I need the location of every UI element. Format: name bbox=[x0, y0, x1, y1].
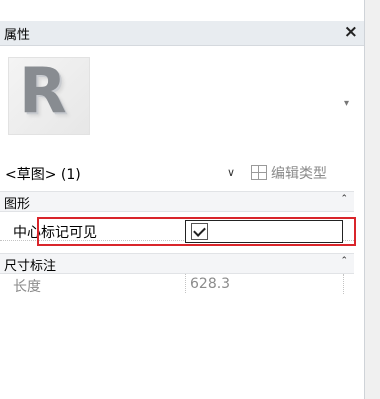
group-title: 尺寸标注 bbox=[4, 259, 57, 274]
group-title: 图形 bbox=[4, 197, 31, 212]
property-name: 长度 bbox=[13, 279, 41, 295]
collapse-icon[interactable]: ⌃ bbox=[340, 256, 348, 266]
panel-title: 属性 bbox=[4, 28, 31, 43]
group-header-dimensions[interactable]: 尺寸标注 ⌃ bbox=[0, 253, 354, 274]
instance-selector-row: <草图> (1) ∨ 编辑类型 bbox=[0, 160, 364, 186]
panel-splitter[interactable] bbox=[365, 0, 380, 399]
edit-type-label: 编辑类型 bbox=[271, 166, 327, 182]
edit-type-button[interactable]: 编辑类型 bbox=[251, 163, 327, 183]
property-value-cell: 628.3 bbox=[185, 274, 344, 293]
chevron-down-icon[interactable]: ∨ bbox=[227, 166, 235, 179]
edit-type-icon bbox=[251, 165, 267, 180]
close-icon[interactable]: × bbox=[344, 22, 358, 42]
properties-panel: 属性 × R ▾ <草图> (1) ∨ 编辑类型 图形 ⌃ 中心标记可见 尺寸标… bbox=[0, 0, 365, 399]
type-thumbnail: R bbox=[8, 57, 90, 135]
revit-logo: R bbox=[19, 54, 67, 127]
property-value: 628.3 bbox=[190, 276, 231, 292]
chevron-down-icon[interactable]: ▾ bbox=[344, 98, 349, 109]
property-row-length: 长度 628.3 bbox=[0, 274, 354, 295]
collapse-icon[interactable]: ⌃ bbox=[340, 194, 348, 204]
annotation-highlight-box bbox=[37, 217, 356, 246]
panel-empty-area bbox=[0, 294, 364, 399]
divider bbox=[343, 274, 345, 294]
panel-titlebar: 属性 × bbox=[0, 21, 364, 46]
instance-filter-select[interactable]: <草图> (1) bbox=[5, 164, 81, 184]
group-header-graphics[interactable]: 图形 ⌃ bbox=[0, 191, 354, 212]
